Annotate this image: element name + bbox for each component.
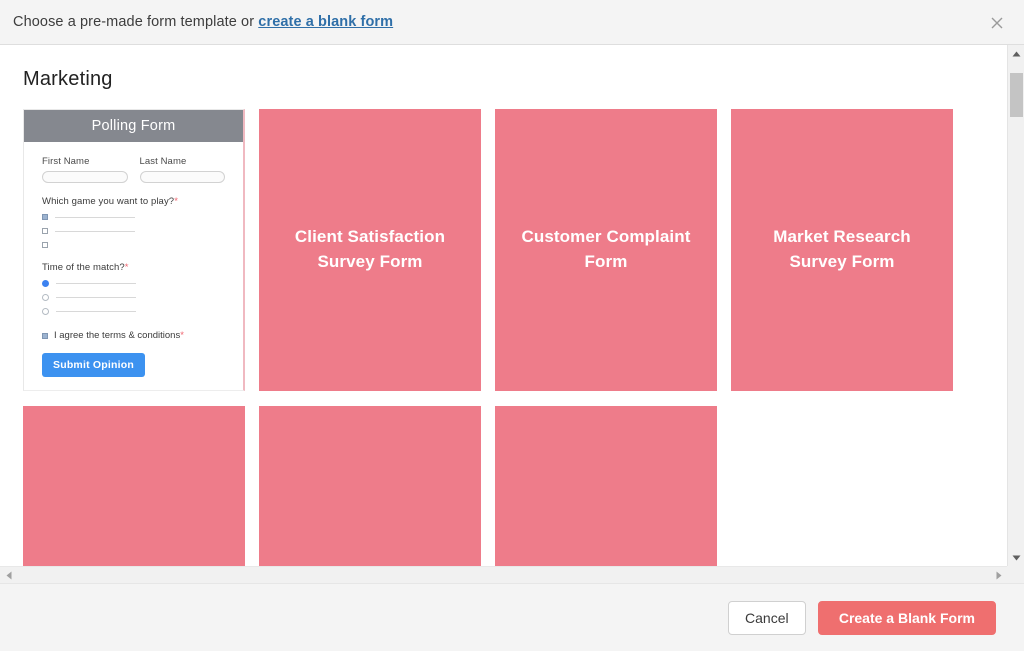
checkbox-option[interactable] xyxy=(42,227,225,235)
last-name-input[interactable] xyxy=(140,171,226,183)
vertical-scrollbar[interactable] xyxy=(1007,45,1024,566)
question-game-required-mark: * xyxy=(174,196,178,207)
template-card-database-management[interactable]: Database Management xyxy=(23,406,245,566)
option-placeholder-bar xyxy=(56,283,136,284)
create-blank-form-button[interactable]: Create a Blank Form xyxy=(818,601,996,635)
question-game-label: Which game you want to play?* xyxy=(42,196,225,207)
dialog-footer: Cancel Create a Blank Form xyxy=(0,583,1024,651)
terms-required-mark: * xyxy=(180,330,184,341)
template-card-workshop-registration[interactable]: Workshop Registration xyxy=(495,406,717,566)
close-icon[interactable] xyxy=(986,12,1008,34)
template-card-client-satisfaction[interactable]: Client Satisfaction Survey Form xyxy=(259,109,481,391)
dialog-header-prompt: Choose a pre-made form template or xyxy=(13,14,258,30)
scroll-down-arrow-icon[interactable] xyxy=(1008,549,1024,566)
checkbox-icon[interactable] xyxy=(42,242,48,248)
option-placeholder-bar xyxy=(55,217,135,218)
scroll-up-arrow-icon[interactable] xyxy=(1008,45,1024,62)
checkbox-icon[interactable] xyxy=(42,228,48,234)
question-time-required-mark: * xyxy=(125,262,129,273)
radio-option[interactable] xyxy=(42,293,225,301)
template-scroll-viewport[interactable]: Marketing Polling Form First Name xyxy=(0,45,1000,566)
first-name-field-group: First Name xyxy=(42,156,128,183)
first-name-input[interactable] xyxy=(42,171,128,183)
scroll-left-arrow-icon[interactable] xyxy=(0,567,17,584)
cancel-button[interactable]: Cancel xyxy=(728,601,806,635)
radio-icon[interactable] xyxy=(42,294,49,301)
terms-checkbox-icon-checked[interactable] xyxy=(42,333,48,339)
scrollbar-corner xyxy=(1007,566,1024,583)
horizontal-scrollbar[interactable] xyxy=(0,566,1007,583)
template-card-customer-complaint[interactable]: Customer Complaint Form xyxy=(495,109,717,391)
polling-form-header: Polling Form xyxy=(24,110,243,142)
polling-form-title: Polling Form xyxy=(92,118,176,134)
radio-option[interactable] xyxy=(42,279,225,287)
scroll-right-arrow-icon[interactable] xyxy=(990,567,1007,584)
submit-opinion-button[interactable]: Submit Opinion xyxy=(42,353,145,377)
option-placeholder-bar xyxy=(56,311,136,312)
page-title: Marketing xyxy=(23,68,1000,91)
radio-option[interactable] xyxy=(42,307,225,315)
checkbox-option[interactable] xyxy=(42,213,225,221)
option-placeholder-bar xyxy=(56,297,136,298)
template-card-polling-form[interactable]: Polling Form First Name Last Name xyxy=(23,109,245,391)
radio-icon-selected[interactable] xyxy=(42,280,49,287)
terms-agreement-label: I agree the terms & conditions* xyxy=(54,330,184,341)
radio-icon[interactable] xyxy=(42,308,49,315)
question-game-text: Which game you want to play? xyxy=(42,196,174,207)
option-placeholder-bar xyxy=(55,231,135,232)
template-card-title: Client Satisfaction Survey Form xyxy=(259,225,481,274)
terms-agreement-row[interactable]: I agree the terms & conditions* xyxy=(42,330,225,341)
template-card-grid: Polling Form First Name Last Name xyxy=(23,109,973,566)
template-card-pricing-survey[interactable]: Pricing Survey Form xyxy=(259,406,481,566)
template-card-market-research[interactable]: Market Research Survey Form xyxy=(731,109,953,391)
dialog-header-text: Choose a pre-made form template or creat… xyxy=(13,14,393,30)
first-name-label: First Name xyxy=(42,156,128,167)
name-fields-row: First Name Last Name xyxy=(42,156,225,183)
form-template-dialog: Choose a pre-made form template or creat… xyxy=(0,0,1024,651)
dialog-header: Choose a pre-made form template or creat… xyxy=(0,0,1024,45)
template-card-title: Customer Complaint Form xyxy=(495,225,717,274)
question-time-label: Time of the match?* xyxy=(42,262,225,273)
template-card-title: Market Research Survey Form xyxy=(731,225,953,274)
question-time-text: Time of the match? xyxy=(42,262,125,273)
checkbox-option[interactable] xyxy=(42,241,225,249)
terms-agreement-text: I agree the terms & conditions xyxy=(54,330,180,341)
last-name-field-group: Last Name xyxy=(140,156,226,183)
last-name-label: Last Name xyxy=(140,156,226,167)
checkbox-icon-checked[interactable] xyxy=(42,214,48,220)
template-content: Marketing Polling Form First Name xyxy=(0,68,1000,566)
vertical-scrollbar-thumb[interactable] xyxy=(1010,73,1023,117)
polling-form-body: First Name Last Name Which game you want… xyxy=(24,142,243,377)
dialog-body: Marketing Polling Form First Name xyxy=(0,45,1024,583)
create-blank-form-link[interactable]: create a blank form xyxy=(258,14,393,30)
